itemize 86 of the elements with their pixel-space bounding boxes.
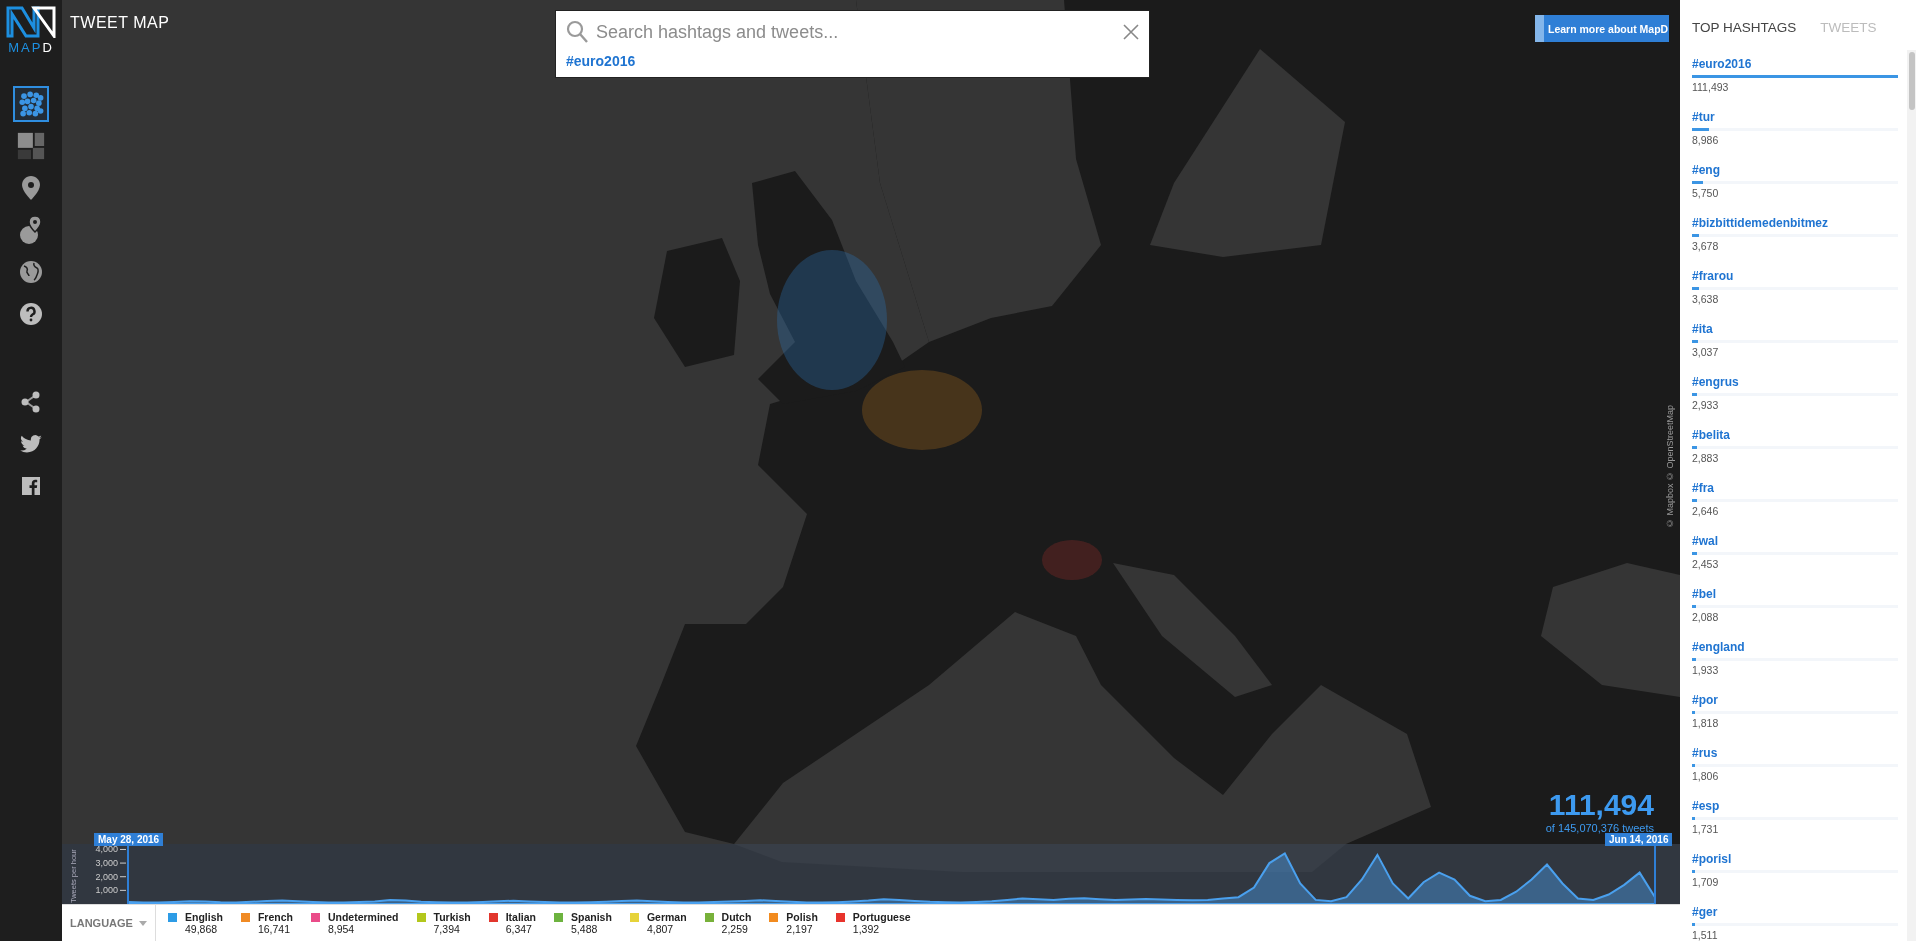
scrollbar-thumb[interactable]	[1908, 52, 1915, 110]
legend-label: Undetermined	[327, 911, 399, 923]
hashtag-link[interactable]: #bizbittidemedenbitmez	[1692, 216, 1828, 230]
facebook-icon	[22, 477, 40, 495]
hashtag-link[interactable]: #belita	[1692, 428, 1730, 442]
legend-count: 8,954	[327, 923, 356, 935]
tick-label: 1,000	[95, 885, 118, 896]
legend-label: French	[257, 911, 293, 923]
hashtag-count: 1,511	[1692, 929, 1719, 941]
hashtag-count: 1,933	[1692, 664, 1720, 676]
hashtag-link[interactable]: #engrus	[1692, 375, 1739, 389]
tweet-count: 111,494	[1548, 790, 1654, 820]
legend-label: Portuguese	[852, 911, 911, 923]
grid-squares-icon	[16, 131, 46, 161]
hashtag-link[interactable]: #ita	[1692, 322, 1713, 336]
share-icon	[21, 391, 41, 413]
hashtag-link[interactable]: #tur	[1692, 110, 1715, 124]
hashtag-count: 1,731	[1692, 823, 1720, 835]
close-icon[interactable]	[1123, 24, 1139, 40]
legend-count: 1,392	[852, 923, 881, 935]
hashtag-link[interactable]: #ger	[1692, 905, 1718, 919]
hashtag-count: 3,638	[1692, 293, 1720, 305]
tick-label: 4,000	[95, 844, 118, 855]
hashtag-link[interactable]: #esp	[1692, 799, 1720, 813]
hashtag-filter[interactable]: #euro2016	[566, 53, 636, 69]
legend-count: 5,488	[571, 923, 599, 935]
app-title: TWEET MAP	[70, 14, 170, 32]
hashtag-link[interactable]: #england	[1692, 640, 1745, 654]
hashtag-link[interactable]: #bel	[1692, 587, 1716, 601]
logo-icon	[6, 6, 56, 38]
hashtag-count: 5,750	[1692, 187, 1720, 199]
legend-count: 16,741	[257, 923, 292, 935]
learn-more-button[interactable]: Learn more about MapD	[1535, 15, 1669, 42]
scatter-dots-icon	[17, 90, 45, 118]
hashtag-link[interactable]: #fra	[1692, 481, 1714, 495]
legend-label: German	[646, 911, 687, 923]
hashtag-link[interactable]: #por	[1692, 693, 1718, 707]
panel-tab[interactable]: TOP HASHTAGS	[1692, 20, 1797, 35]
hashtag-link[interactable]: #rus	[1692, 746, 1718, 760]
hashtag-count: 1,709	[1692, 876, 1720, 888]
hashtag-count: 1,806	[1692, 770, 1720, 782]
hashtag-count: 8,986	[1692, 134, 1720, 146]
search-icon	[566, 20, 588, 44]
hashtag-count: 2,883	[1692, 452, 1720, 464]
hashtag-link[interactable]: #frarou	[1692, 269, 1734, 283]
globe-icon	[20, 261, 42, 283]
tick-label: 2,000	[95, 871, 118, 882]
legend-count: 6,347	[505, 923, 533, 935]
hashtag-link[interactable]: #eng	[1692, 163, 1720, 177]
caret-icon	[138, 920, 147, 926]
hashtag-count: 3,037	[1692, 346, 1720, 358]
hashtag-link[interactable]: #wal	[1692, 534, 1718, 548]
hashtag-count: 111,493	[1692, 81, 1730, 93]
twitter-icon	[20, 435, 42, 453]
legend-label: Italian	[505, 911, 537, 923]
hashtag-count: 3,678	[1692, 240, 1720, 252]
logo-text: MAP D	[8, 41, 54, 54]
hashtag-count: 1,818	[1692, 717, 1720, 729]
tweet-total: of 145,070,376 tweets	[1545, 822, 1654, 834]
start-date-label: May 28, 2016	[94, 833, 164, 846]
map-attribution: © Mapbox © OpenStreetMap	[1665, 405, 1675, 529]
pin-circle-icon	[20, 216, 42, 244]
legend-label: Dutch	[721, 911, 752, 923]
tick-label: 3,000	[95, 858, 118, 869]
legend-count: 7,394	[433, 923, 461, 935]
legend-count: 2,259	[721, 923, 749, 935]
legend-count: 2,197	[786, 923, 814, 935]
hashtag-link[interactable]: #euro2016	[1692, 57, 1752, 71]
legend-count: 49,868	[185, 923, 219, 935]
hashtag-count: 2,933	[1692, 399, 1720, 411]
legend-label: Spanish	[571, 911, 612, 923]
map-pin-icon	[22, 176, 40, 200]
brush-handle[interactable]	[1654, 844, 1656, 904]
help-icon	[20, 303, 42, 325]
search-box[interactable]: Search hashtags and tweets... #euro2016	[555, 10, 1150, 78]
legend-count: 4,807	[646, 923, 675, 935]
hashtag-count: 2,646	[1692, 505, 1720, 517]
tool-button[interactable]	[13, 86, 49, 122]
hashtag-count: 2,088	[1692, 611, 1720, 623]
hashtag-count: 2,453	[1692, 558, 1720, 570]
legend-label: Turkish	[433, 911, 471, 923]
legend-label: Polish	[786, 911, 818, 923]
brush-handle[interactable]	[127, 844, 129, 904]
hashtag-link[interactable]: #porisl	[1692, 852, 1732, 866]
legend-label: English	[185, 911, 223, 923]
end-date-label: Jun 14, 2016	[1605, 833, 1673, 846]
